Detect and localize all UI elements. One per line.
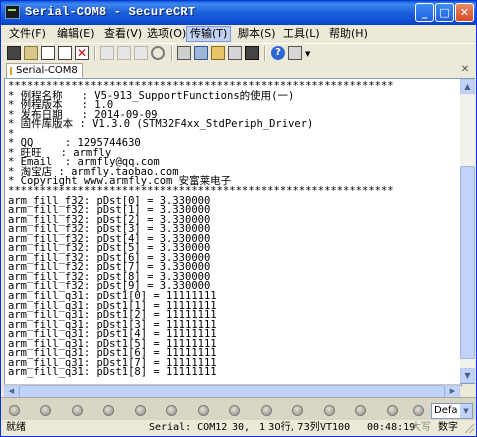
status-col: 1 (259, 422, 266, 433)
resize-grip-icon[interactable] (465, 424, 474, 433)
button-bar-slot[interactable] (261, 405, 272, 416)
sftp-icon[interactable] (245, 46, 259, 60)
menu-edit[interactable]: 编辑(E) (54, 26, 98, 42)
horizontal-scrollbar[interactable]: ◀ ▶ (4, 384, 460, 398)
minimize-button[interactable]: _ (415, 3, 434, 22)
chevron-down-icon[interactable]: ▼ (460, 404, 472, 418)
settings-icon[interactable] (194, 46, 208, 60)
button-bar-slot[interactable] (387, 405, 398, 416)
toolbar-separator (94, 46, 96, 61)
window-title: Serial-COM8 - SecureCRT (25, 5, 196, 19)
tab-serial-com8[interactable]: Serial-COM8 (6, 63, 83, 78)
help-icon[interactable]: ? (271, 46, 285, 60)
terminal-output[interactable]: ****************************************… (4, 78, 462, 386)
button-bar-slot[interactable] (135, 405, 146, 416)
find-icon[interactable] (151, 46, 165, 60)
toolbar: ✕ ? ▼ (1, 43, 476, 64)
button-bar-combo[interactable]: Defa ▼ (431, 403, 473, 419)
connect-icon[interactable] (7, 46, 21, 60)
status-num: 数字 (438, 422, 458, 433)
vertical-scroll-thumb[interactable] (460, 166, 475, 359)
status-ready: 就绪 (6, 422, 26, 433)
disconnect-icon[interactable]: ✕ (75, 46, 89, 60)
menu-view[interactable]: 查看(V) (101, 26, 145, 42)
button-bar-slot[interactable] (324, 405, 335, 416)
button-bar-slot[interactable] (355, 405, 366, 416)
securecrt-window: Serial-COM8 - SecureCRT _ □ ✕ 文件(F) 编辑(E… (0, 0, 477, 437)
copy-paste-icon[interactable] (134, 46, 148, 60)
status-lines-cols: 30行, 73列 (268, 422, 320, 433)
status-bar: 就绪 Serial: COM12 30, 1 30行, 73列 VT100 00… (1, 420, 476, 436)
connect-tab-icon[interactable] (41, 46, 55, 60)
status-emulation: VT100 (320, 422, 351, 433)
status-port: Serial: COM12 (149, 422, 228, 433)
toolbar-dropdown-icon[interactable]: ▼ (305, 50, 310, 58)
status-caps: 大写 (411, 422, 431, 433)
terminal-text: ****************************************… (8, 81, 394, 379)
menu-help[interactable]: 帮助(H) (326, 26, 371, 42)
button-bar-slot[interactable] (103, 405, 114, 416)
toolbar-separator (264, 46, 266, 61)
vertical-scrollbar[interactable]: ▲ ▼ (460, 78, 475, 384)
terminal-line: arm_fill_q31: pDst1[8] = 11111111 (8, 366, 217, 379)
status-time: 00:48:19 (367, 422, 416, 433)
combo-value: Defa (434, 405, 458, 416)
button-bar-slot[interactable] (229, 405, 240, 416)
toolbar-separator (171, 46, 173, 61)
scroll-down-icon[interactable]: ▼ (460, 368, 475, 383)
scroll-up-icon[interactable]: ▲ (460, 79, 475, 94)
tab-label: Serial-COM8 (16, 65, 78, 76)
reconnect-icon[interactable] (58, 46, 72, 60)
button-bar-slot[interactable] (9, 405, 20, 416)
menu-transfer[interactable]: 传输(T) (186, 26, 232, 42)
print-icon[interactable] (177, 46, 191, 60)
title-bar[interactable]: Serial-COM8 - SecureCRT _ □ ✕ (1, 1, 476, 25)
menu-bar: 文件(F) 编辑(E) 查看(V) 选项(O) 传输(T) 脚本(S) 工具(L… (1, 25, 476, 43)
session-tab-bar: Serial-COM8 ✕ (1, 63, 476, 78)
menu-file[interactable]: 文件(F) (6, 26, 49, 42)
button-bar-slot[interactable] (413, 405, 424, 416)
button-bar-slot[interactable] (198, 405, 209, 416)
copy-icon[interactable] (100, 46, 114, 60)
close-button[interactable]: ✕ (455, 3, 474, 22)
status-row: 30, (232, 422, 251, 433)
button-bar-slot[interactable] (166, 405, 177, 416)
keyboard-map-icon[interactable] (288, 46, 302, 60)
button-bar-slot[interactable] (40, 405, 51, 416)
menu-script[interactable]: 脚本(S) (235, 26, 279, 42)
session-options-icon[interactable] (211, 46, 225, 60)
securecrt-app-icon[interactable] (5, 5, 20, 19)
maximize-button[interactable]: □ (435, 3, 454, 22)
paste-icon[interactable] (117, 46, 131, 60)
quick-connect-icon[interactable] (24, 46, 38, 60)
tab-close-icon[interactable]: ✕ (460, 65, 470, 75)
button-bar-slot[interactable] (292, 405, 303, 416)
button-bar (1, 397, 476, 421)
button-bar-slot[interactable] (72, 405, 83, 416)
terminal-line: * 固件库版本 : V1.3.0 (STM32F4xx_StdPeriph_Dr… (8, 118, 314, 131)
menu-tools[interactable]: 工具(L) (280, 26, 323, 42)
keymap-icon[interactable] (228, 46, 242, 60)
menu-options[interactable]: 选项(O) (144, 26, 189, 42)
